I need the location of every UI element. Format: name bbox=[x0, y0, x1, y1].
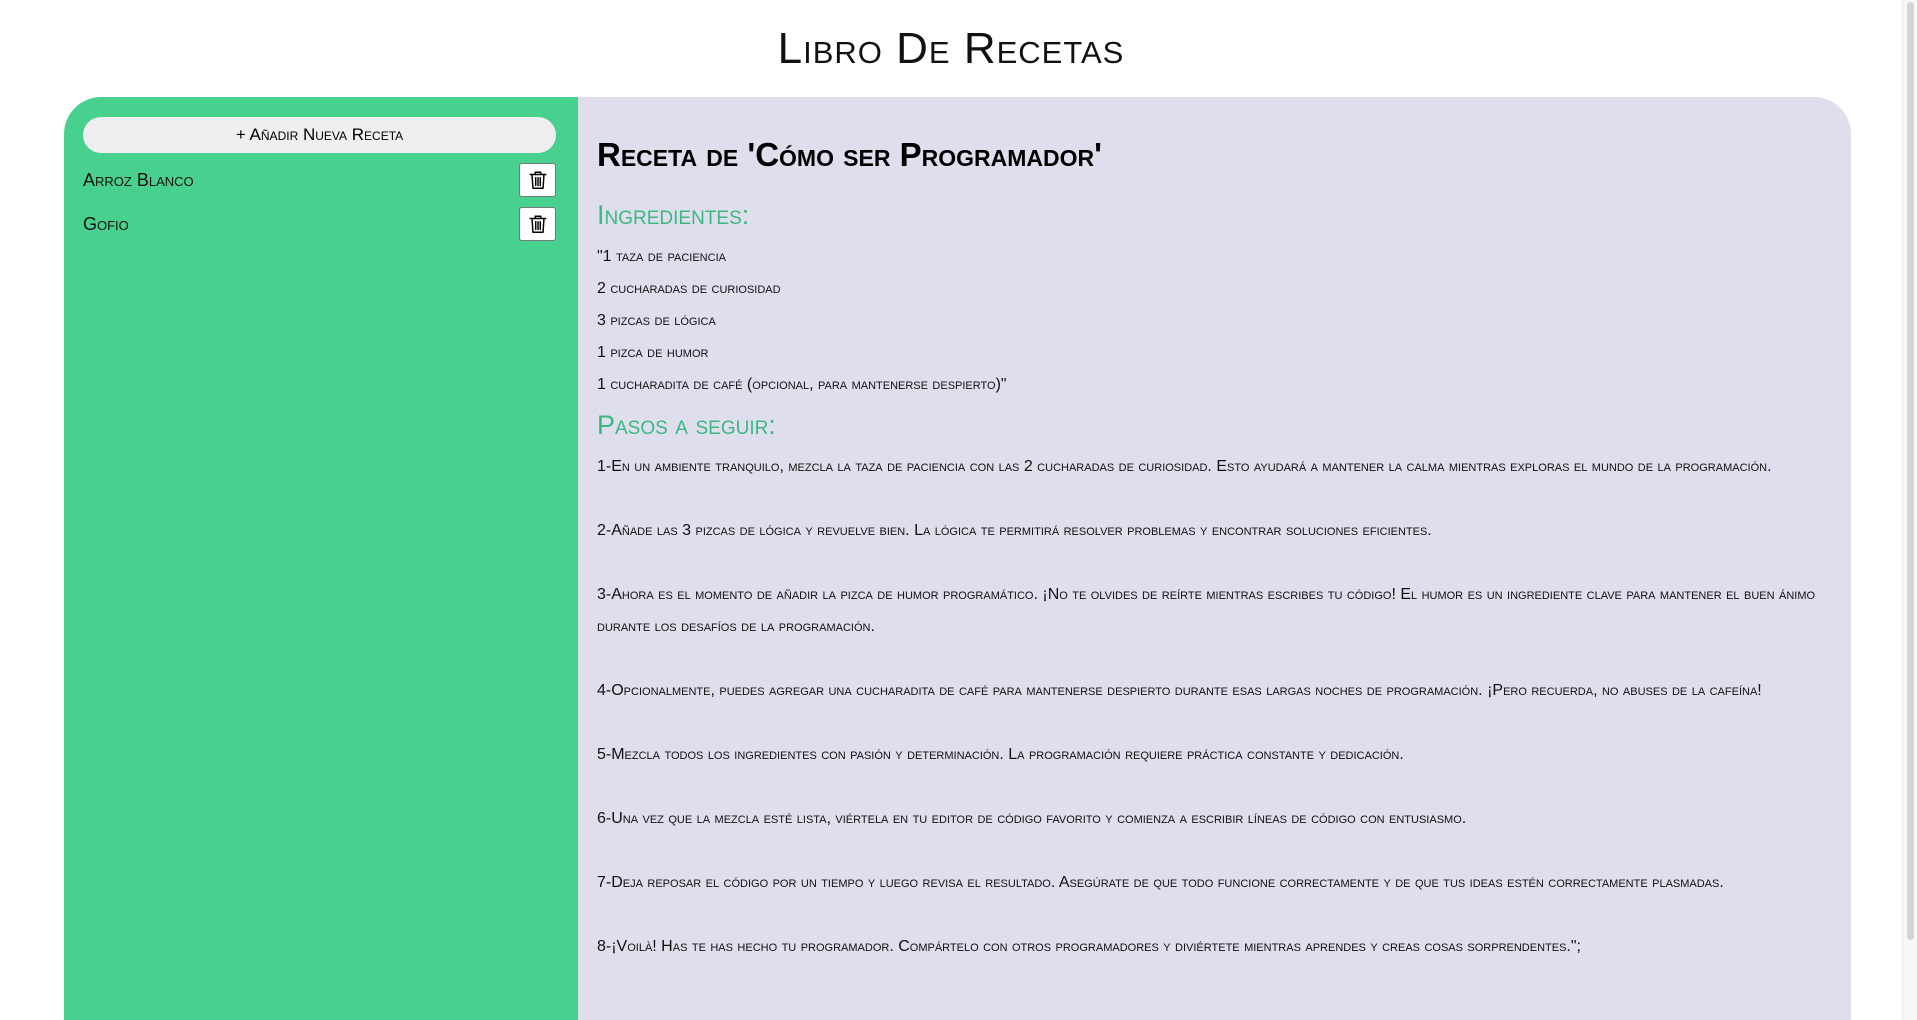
step-text: 7-Deja reposar el código por un tiempo y… bbox=[597, 874, 1724, 891]
step-text: 5-Mezcla todos los ingredientes con pasi… bbox=[597, 746, 1404, 763]
ingredient-line: 1 cucharadita de café (opcional, para ma… bbox=[597, 376, 1007, 393]
ingredient-line: 3 pizcas de lógica bbox=[597, 312, 716, 329]
add-recipe-button[interactable]: + Añadir Nueva Receta bbox=[83, 117, 556, 153]
delete-recipe-button[interactable] bbox=[519, 207, 556, 241]
ingredient-line: "1 taza de paciencia bbox=[597, 248, 726, 265]
steps-list: 1-En un ambiente tranquilo, mezcla la ta… bbox=[597, 451, 1825, 963]
step-text: 3-Ahora es el momento de añadir la pizca… bbox=[597, 586, 1816, 635]
ingredient-line: 1 pizca de humor bbox=[597, 344, 709, 361]
sidebar: + Añadir Nueva Receta Arroz Blanco Gofio bbox=[64, 97, 578, 1020]
page-scrollbar[interactable] bbox=[1902, 0, 1917, 1020]
recipe-detail-panel: Receta de 'Cómo ser Programador' Ingredi… bbox=[578, 97, 1851, 1020]
step-text: 1-En un ambiente tranquilo, mezcla la ta… bbox=[597, 458, 1772, 475]
step-text: 8-¡Voilà! Has te has hecho tu programado… bbox=[597, 938, 1581, 955]
steps-heading: Pasos a seguir: bbox=[597, 410, 776, 440]
ingredients-heading: Ingredientes: bbox=[597, 200, 750, 230]
delete-recipe-button[interactable] bbox=[519, 163, 556, 197]
recipe-list-item[interactable]: Arroz Blanco bbox=[83, 163, 556, 197]
recipe-name[interactable]: Gofio bbox=[83, 214, 129, 235]
step-text: 4-Opcionalmente, puedes agregar una cuch… bbox=[597, 682, 1762, 699]
recipe-book-container: + Añadir Nueva Receta Arroz Blanco Gofio… bbox=[64, 97, 1851, 1020]
recipe-name[interactable]: Arroz Blanco bbox=[83, 170, 194, 191]
recipe-list: Arroz Blanco Gofio bbox=[83, 163, 556, 241]
trash-icon bbox=[528, 215, 547, 233]
trash-icon bbox=[528, 171, 547, 189]
step-text: 6-Una vez que la mezcla esté lista, viér… bbox=[597, 810, 1467, 827]
ingredients-list: "1 taza de paciencia 2 cucharadas de cur… bbox=[597, 241, 1825, 401]
recipe-title: Receta de 'Cómo ser Programador' bbox=[597, 136, 1102, 173]
recipe-list-item[interactable]: Gofio bbox=[83, 207, 556, 241]
page-title: Libro De Recetas bbox=[777, 24, 1125, 73]
scrollbar-thumb[interactable] bbox=[1907, 2, 1914, 940]
step-text: 2-Añade las 3 pizcas de lógica y revuelv… bbox=[597, 522, 1432, 539]
ingredient-line: 2 cucharadas de curiosidad bbox=[597, 280, 781, 297]
